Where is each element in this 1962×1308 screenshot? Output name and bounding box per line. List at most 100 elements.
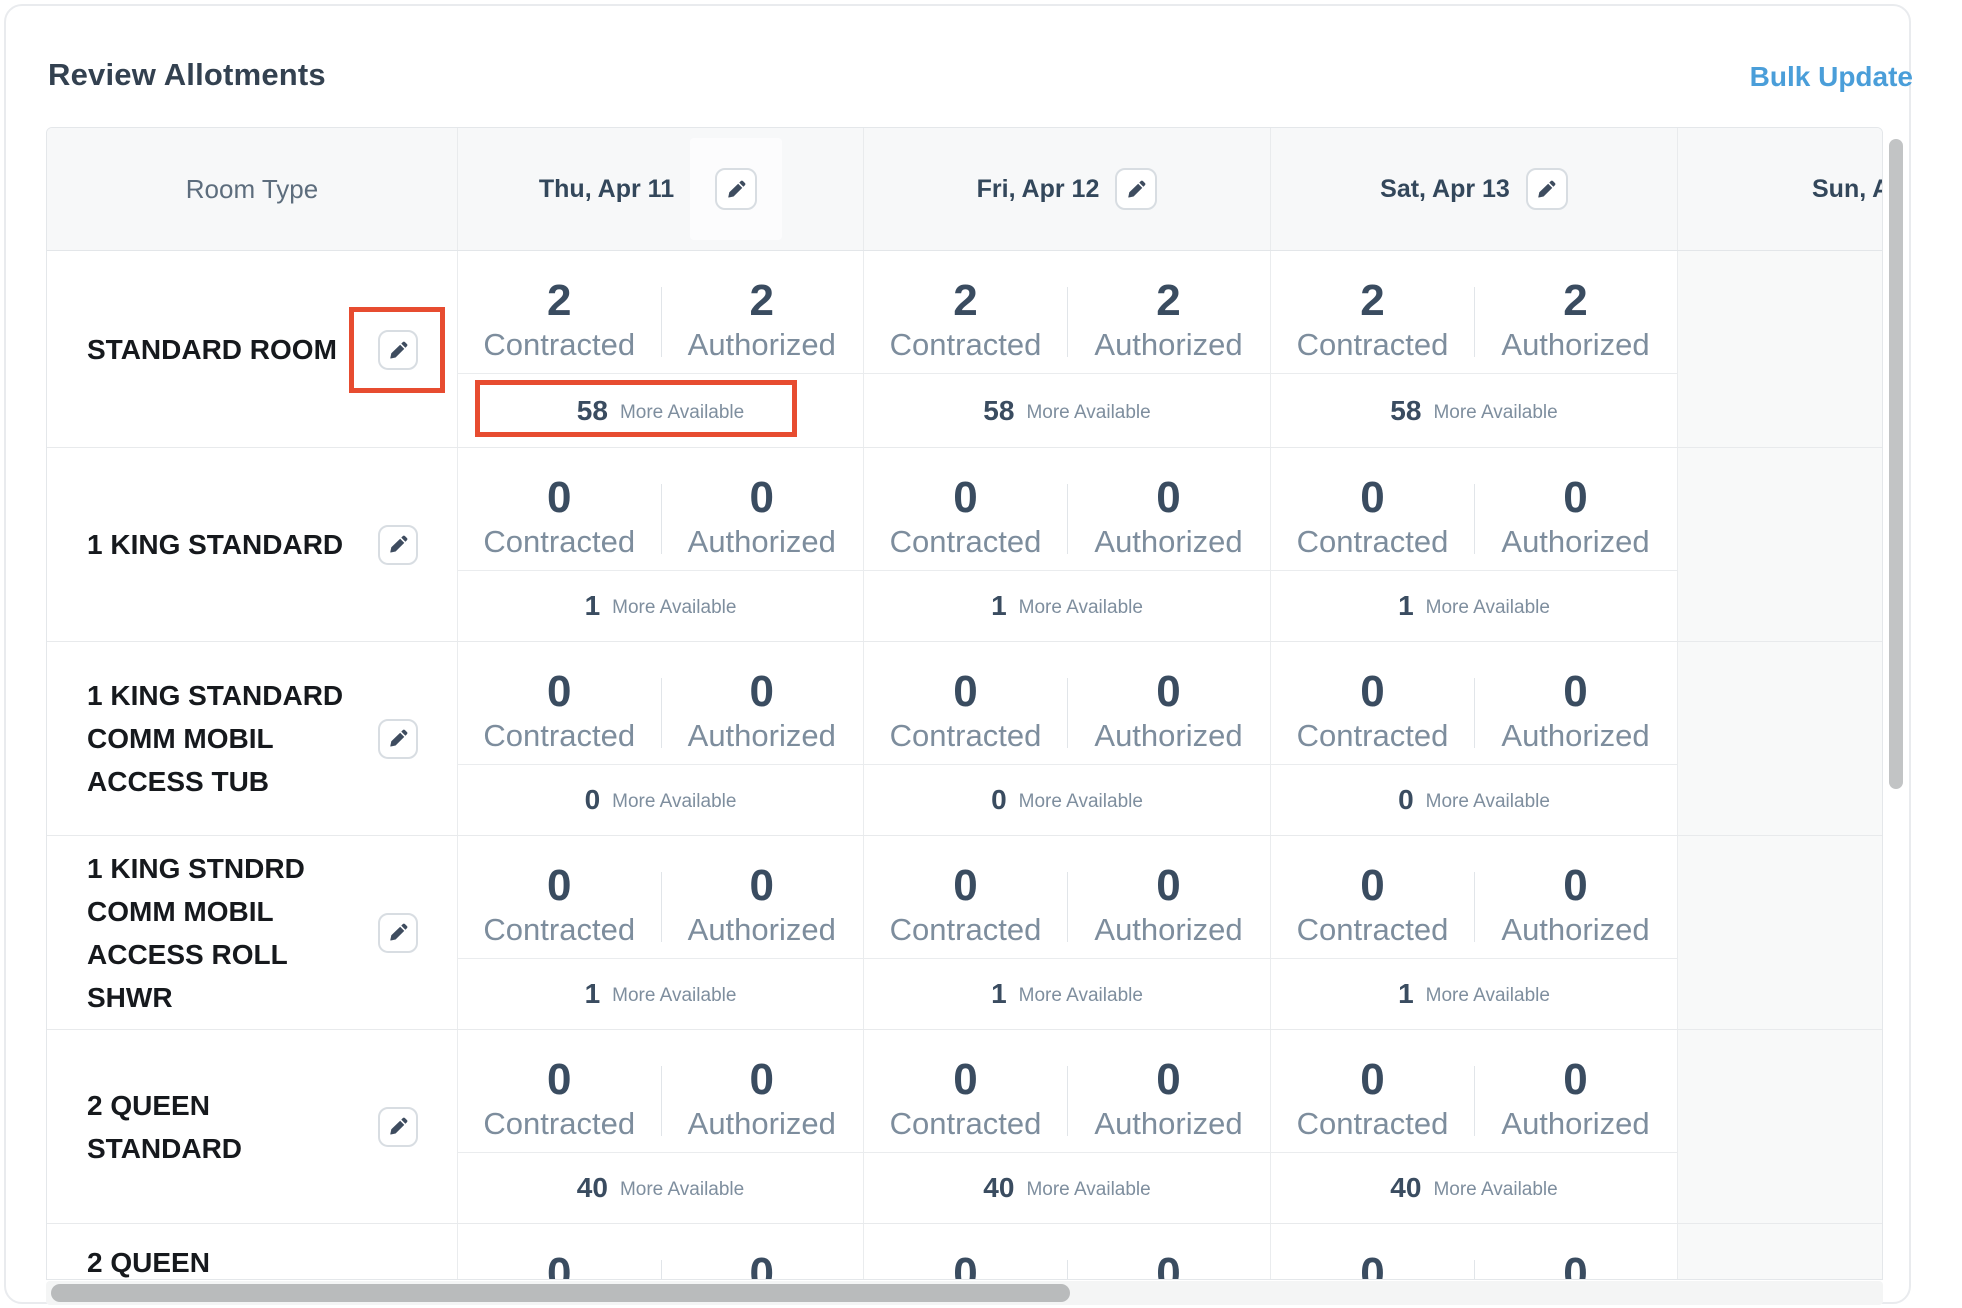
table-row: STANDARD ROOM2Contracted2Authorized58Mor… [47,251,1882,448]
more-available-value: 1 [991,590,1007,622]
contracted-half: 0Contracted [864,862,1067,958]
bulk-update-link[interactable]: Bulk Update [1750,61,1913,93]
more-available-row: 1More Available [864,958,1270,1029]
contracted-half: 0Contracted [864,668,1067,764]
allotment-cell: 2Contracted2Authorized58More Available [864,251,1271,447]
more-available-row: 40 More Available [1271,1152,1677,1223]
half-divider [1067,287,1068,357]
authorized-half: 0Authorized [1067,668,1270,764]
authorized-label: Authorized [1094,910,1242,950]
sun-filler-cell [1678,448,1882,641]
day-header-cell-1: Fri, Apr 12 [864,128,1271,250]
contracted-half: 0Contracted [864,1250,1067,1280]
more-available-value: 0 [1398,784,1414,816]
sun-filler-cell [1678,251,1882,447]
page-title: Review Allotments [48,57,326,93]
authorized-half: 0Authorized [661,1250,864,1280]
authorized-value: 0 [1156,1056,1180,1104]
vertical-scrollbar-thumb[interactable] [1889,139,1903,789]
more-available-label: More Available [1026,1179,1150,1201]
room-type-label: 1 KING STANDARD [87,523,343,566]
more-available-label: More Available [612,985,736,1007]
allotment-cell: 0Contracted0Authorized40More Available [458,1030,864,1223]
more-available-value: 58 [983,395,1014,427]
edit-date-button[interactable] [715,168,757,210]
authorized-half: 0Authorized [1067,1056,1270,1152]
edit-room-type-button[interactable] [378,1107,418,1147]
contracted-value: 0 [953,862,977,910]
contracted-half: 0Contracted [458,1056,661,1152]
more-available-value: 40 [1390,1172,1421,1204]
authorized-value: 2 [1156,277,1180,325]
more-available-value: 58 [577,395,608,427]
more-available-value: 40 [983,1172,1014,1204]
more-available-value: 0 [585,784,601,816]
authorized-label: Authorized [688,910,836,950]
room-type-label-line: 2 QUEEN [87,1084,242,1127]
authorized-label: Authorized [1501,716,1649,756]
authorized-value: 0 [750,1056,774,1104]
contracted-half: 0Contracted [1271,1250,1474,1280]
room-type-label-line: 1 KING STNDRD [87,847,367,890]
more-available-label: More Available [1433,1179,1557,1201]
half-divider [1067,872,1068,942]
more-available-row: 58More Available [864,373,1270,447]
horizontal-scrollbar-track[interactable] [46,1281,1883,1305]
authorized-label: Authorized [688,325,836,365]
half-divider [661,872,662,942]
edit-room-type-button[interactable] [378,525,418,565]
authorized-label: Authorized [1094,1104,1242,1144]
half-divider [1474,1260,1475,1280]
sun-header-label: Sun, A [1812,175,1882,204]
allotment-values: 0Contracted0Authorized [864,1030,1270,1152]
allotment-values: 0Contracted0Authorized [864,1224,1270,1280]
edit-date-button[interactable] [1115,168,1157,210]
room-type-label-line: ACCESS ROLL SHWR [87,933,367,1019]
room-type-label-line: 1 KING STANDARD [87,674,343,717]
pencil-icon [388,728,409,749]
edit-date-button[interactable] [1526,168,1568,210]
allotment-cell: 0Contracted0Authorized1More Available [1271,448,1678,641]
pencil-icon [388,922,409,943]
authorized-half: 0Authorized [1067,1250,1270,1280]
room-type-cell: 1 KING STANDARD [47,448,458,641]
authorized-value: 0 [750,1250,774,1280]
edit-room-type-button[interactable] [378,719,418,759]
contracted-label: Contracted [890,522,1042,562]
room-type-label-line: 2 QUEEN [87,1241,210,1280]
allotment-values: 0Contracted0Authorized [1271,642,1677,764]
more-available-row: 40More Available [458,1152,863,1223]
more-available-row: 1More Available [458,570,863,641]
allotment-values: 0Contracted0Authorized [458,1030,863,1152]
allotment-cell: 0Contracted0Authorized1More Available [458,836,864,1029]
table-row: 1 KING STANDARD 0Contracted 0 Authorized 1Mo… [47,448,1882,642]
table-row: 1 KING STNDRDCOMM MOBILACCESS ROLL SHWR0… [47,836,1882,1030]
contracted-value: 2 [1360,277,1384,325]
allotment-values: 2Contracted2Authorized [458,251,863,373]
sun-filler-cell [1678,1224,1882,1280]
contracted-value: 2 [547,277,571,325]
allotment-cell: 2Contracted2Authorized58More Available [458,251,864,447]
more-available-row: 0More Available [864,764,1270,835]
contracted-label: Contracted [1297,325,1449,365]
horizontal-scrollbar-thumb[interactable] [51,1284,1070,1302]
edit-highlight-backdrop [690,138,782,240]
table-row: 1 KING STANDARDCOMM MOBILACCESS TUB0Cont… [47,642,1882,836]
room-type-cell: 1 KING STNDRDCOMM MOBILACCESS ROLL SHWR [47,836,458,1029]
edit-room-type-button[interactable] [378,913,418,953]
authorized-value: 0 [1563,668,1587,716]
more-available-row: 1More Available [1271,570,1677,641]
day-header-cell-0: Thu, Apr 11 [458,128,864,250]
edit-room-type-button[interactable] [378,330,418,370]
pencil-icon [388,340,409,361]
contracted-half: 0Contracted [1271,474,1474,570]
authorized-half: 0Authorized [661,862,864,958]
authorized-label: Authorized [1094,522,1242,562]
authorized-half: 2Authorized [1067,277,1270,373]
contracted-label: Contracted [1297,522,1449,562]
more-available-label: More Available [620,1179,744,1201]
room-type-cell: 2 QUEENSTANDARD [47,1030,458,1223]
contracted-label: Contracted [1297,910,1449,950]
contracted-half: 0Contracted [1271,1056,1474,1152]
authorized-value: 0 [1563,474,1587,522]
